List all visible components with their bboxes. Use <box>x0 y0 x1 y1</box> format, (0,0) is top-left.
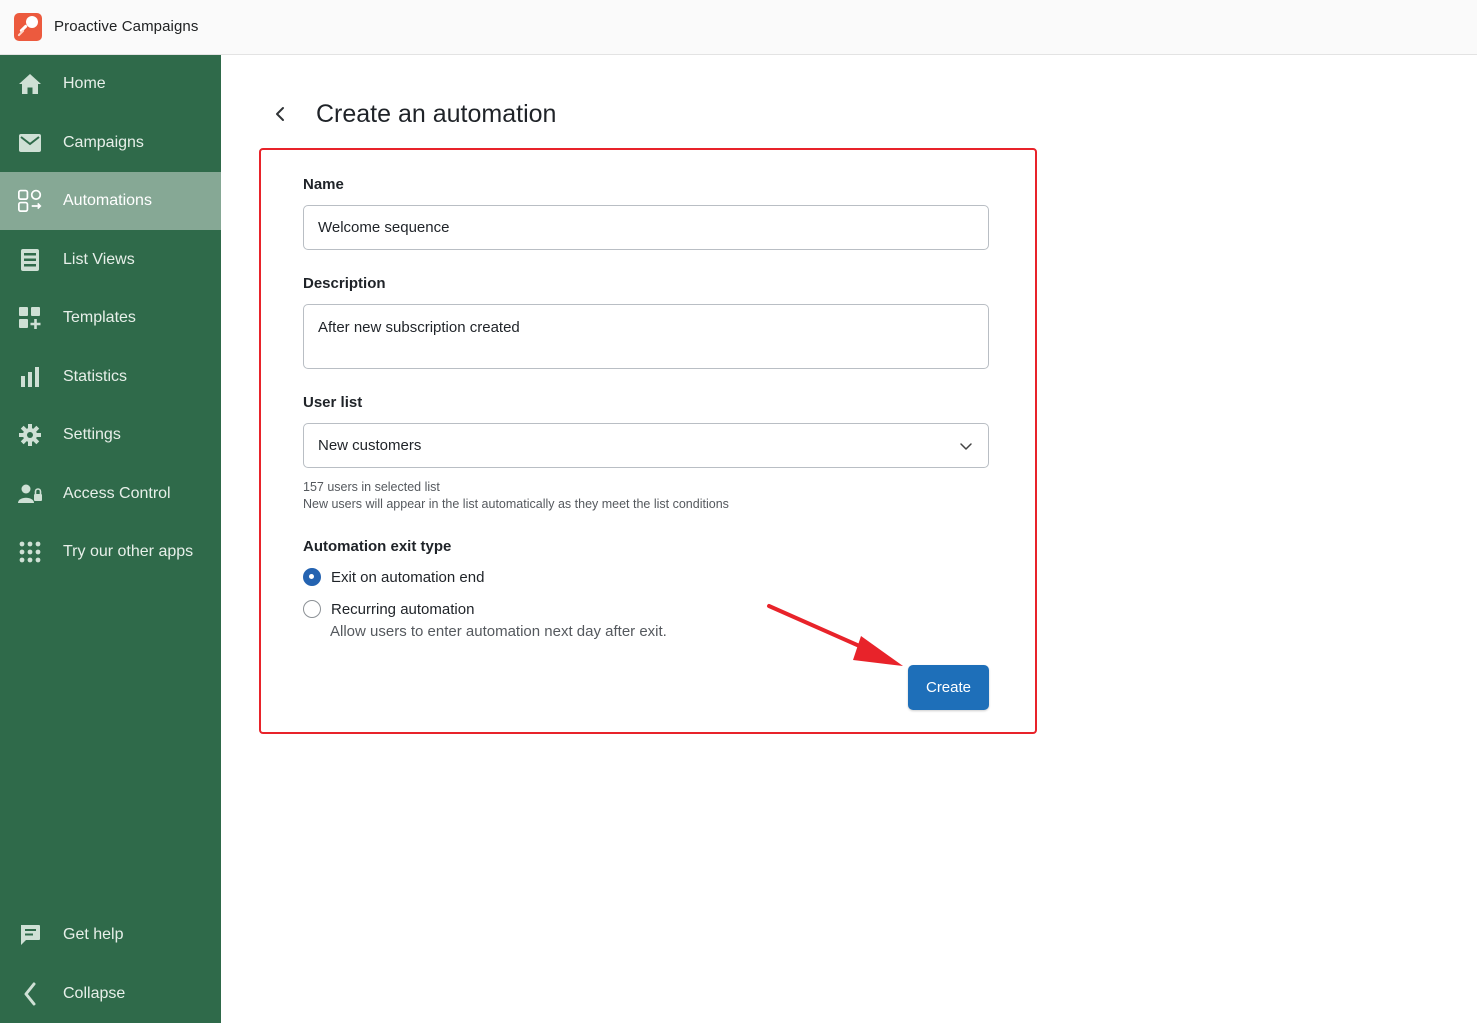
sidebar-item-label: Collapse <box>63 985 126 1002</box>
radio-exit-on-end[interactable]: Exit on automation end <box>303 568 484 586</box>
recurring-help-text: Allow users to enter automation next day… <box>330 623 667 640</box>
annotation-arrow-icon <box>767 604 903 666</box>
radio-button[interactable] <box>303 600 321 618</box>
radio-recurring[interactable]: Recurring automation <box>303 600 474 618</box>
sidebar-item-list-views[interactable]: List Views <box>0 231 221 289</box>
chevron-down-icon <box>960 443 972 450</box>
sidebar-item-automations[interactable]: Automations <box>0 172 221 230</box>
name-input-value: Welcome sequence <box>318 219 450 236</box>
sidebar-item-collapse[interactable]: Collapse <box>0 965 221 1023</box>
create-button[interactable]: Create <box>908 665 989 710</box>
chevron-left-icon <box>18 982 42 1006</box>
home-icon <box>18 72 42 96</box>
user-list-label: User list <box>303 394 363 411</box>
envelope-icon <box>18 131 42 155</box>
sidebar-item-label: Access Control <box>63 485 171 502</box>
sidebar-item-label: Get help <box>63 926 124 943</box>
user-lock-icon <box>18 482 42 506</box>
bar-chart-icon <box>18 365 42 389</box>
sidebar-item-label: List Views <box>63 251 135 268</box>
sidebar-item-other-apps[interactable]: Try our other apps <box>0 523 221 581</box>
user-list-hint: New users will appear in the list automa… <box>303 497 729 511</box>
exit-type-label: Automation exit type <box>303 538 452 555</box>
sidebar-item-label: Settings <box>63 426 121 443</box>
apps-grid-icon <box>18 540 42 564</box>
sidebar: Home Campaigns Automations List Views Te… <box>0 55 221 1023</box>
description-textarea-value: After new subscription created <box>318 319 520 336</box>
sidebar-item-campaigns[interactable]: Campaigns <box>0 114 221 172</box>
chat-icon <box>18 923 42 947</box>
chevron-left-icon <box>276 107 284 121</box>
page-title: Create an automation <box>316 100 557 128</box>
sidebar-item-get-help[interactable]: Get help <box>0 906 221 964</box>
description-label: Description <box>303 275 386 292</box>
description-textarea[interactable]: After new subscription created <box>303 304 989 369</box>
templates-icon <box>18 306 42 330</box>
top-bar: Proactive Campaigns <box>0 0 1477 55</box>
sidebar-item-statistics[interactable]: Statistics <box>0 348 221 406</box>
sidebar-item-label: Home <box>63 75 106 92</box>
app-logo-icon <box>14 13 42 41</box>
back-button[interactable] <box>268 100 292 128</box>
gear-icon <box>18 423 42 447</box>
user-list-select-value: New customers <box>318 437 422 454</box>
sidebar-item-home[interactable]: Home <box>0 55 221 113</box>
sidebar-item-settings[interactable]: Settings <box>0 406 221 464</box>
sidebar-item-label: Statistics <box>63 368 128 385</box>
sidebar-item-label: Templates <box>63 309 136 326</box>
automations-icon <box>18 188 42 212</box>
app-title: Proactive Campaigns <box>54 18 199 35</box>
list-views-icon <box>18 248 42 272</box>
name-label: Name <box>303 176 344 193</box>
sidebar-item-access-control[interactable]: Access Control <box>0 465 221 523</box>
user-list-count: 157 users in selected list <box>303 480 440 494</box>
name-input[interactable]: Welcome sequence <box>303 205 989 250</box>
radio-label: Exit on automation end <box>331 568 485 586</box>
sidebar-item-templates[interactable]: Templates <box>0 289 221 347</box>
sidebar-item-label: Automations <box>63 192 152 209</box>
radio-button[interactable] <box>303 568 321 586</box>
radio-label: Recurring automation <box>331 600 475 618</box>
sidebar-item-label: Campaigns <box>63 134 144 151</box>
user-list-select[interactable]: New customers <box>303 423 989 468</box>
sidebar-item-label: Try our other apps <box>63 543 194 560</box>
